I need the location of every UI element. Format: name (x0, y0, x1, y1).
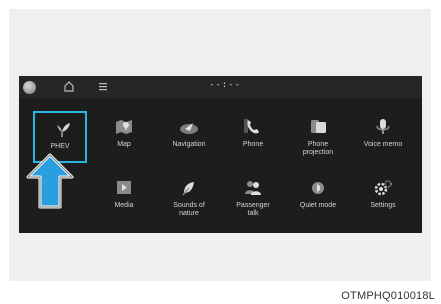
app-tile-media[interactable]: Media (97, 172, 151, 224)
app-tile-voice-memo[interactable]: Voice memo (356, 111, 410, 163)
arrow-up-icon (26, 153, 74, 209)
app-label-phev: PHEV (50, 143, 70, 150)
app-tile-navigation[interactable]: Navigation (162, 111, 216, 163)
map-icon (116, 120, 132, 134)
app-tile-quiet-mode[interactable]: Quiet mode (291, 172, 345, 224)
app-label-media: Media (114, 202, 134, 209)
app-label-phone-projection: Phone projection (302, 141, 334, 156)
leaf-icon (57, 123, 70, 137)
app-tile-map[interactable]: Map (97, 111, 151, 163)
voice-memo-icon (376, 119, 390, 134)
menu-icon[interactable] (98, 80, 108, 92)
app-label-passenger-talk: Passenger talk (236, 202, 270, 217)
media-icon (117, 181, 131, 194)
figure-caption: OTMPHQ010018L (341, 290, 435, 302)
infotainment-screen: --:-- PHEV Map Navigation Phone Phone pr… (19, 76, 422, 233)
app-tile-sounds-of-nature[interactable]: Sounds of nature (162, 172, 216, 224)
app-tile-settings[interactable]: Settings (356, 172, 410, 224)
settings-icon (374, 180, 392, 196)
app-label-quiet-mode: Quiet mode (299, 202, 337, 209)
app-tile-phone[interactable]: Phone (226, 111, 280, 163)
app-label-voice-memo: Voice memo (363, 141, 403, 148)
app-label-settings: Settings (370, 202, 396, 209)
app-label-sounds-of-nature: Sounds of nature (173, 202, 205, 217)
passenger-talk-icon (245, 181, 261, 195)
sounds-of-nature-icon (182, 182, 194, 196)
app-tile-phone-projection[interactable]: Phone projection (291, 111, 345, 163)
app-label-navigation: Navigation (172, 141, 206, 148)
phone-projection-icon (311, 120, 326, 133)
status-bar: --:-- (19, 76, 422, 98)
app-tile-passenger-talk[interactable]: Passenger talk (226, 172, 280, 224)
profile-avatar[interactable] (23, 81, 36, 94)
app-label-map: Map (117, 141, 131, 148)
home-icon[interactable] (63, 79, 75, 93)
phone-icon (244, 119, 259, 134)
navigation-icon (180, 123, 198, 134)
app-label-phone: Phone (242, 141, 264, 148)
quiet-mode-icon (312, 182, 324, 194)
status-clock: --:-- (208, 80, 242, 90)
